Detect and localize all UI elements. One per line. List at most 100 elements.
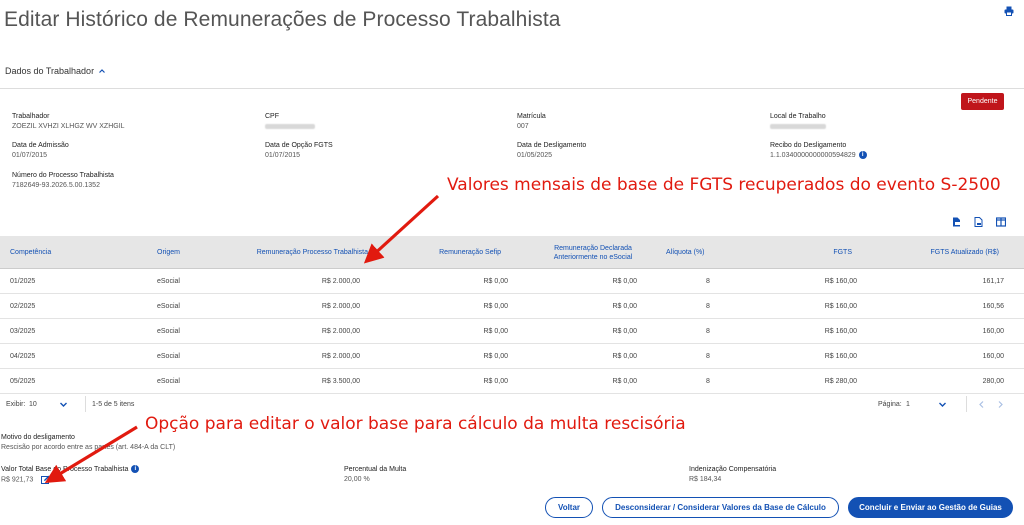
table-row: 05/2025 eSocial R$ 3.500,00 R$ 0,00 R$ 0,00 8… — [0, 369, 1024, 394]
col-rem-processo[interactable]: Remuneração Processo Trabalhista — [200, 236, 368, 269]
divider — [0, 88, 1024, 89]
cell-fgts-atualizado: 160,56 — [982, 303, 1004, 310]
cell-aliquota: 8 — [706, 303, 710, 310]
field-valor-total-base: Valor Total Base do Processo Trabalhista… — [1, 465, 140, 485]
field-value: ZOEZIL XVHZI XLHGZ WV XZHGIL — [12, 123, 125, 130]
cell-origem: eSocial — [157, 353, 180, 360]
field-value: 1.1.0340000000000594829 — [770, 152, 856, 159]
chevron-up-icon — [99, 69, 105, 73]
info-icon[interactable]: i — [858, 151, 867, 160]
columns-icon[interactable] — [996, 217, 1006, 227]
chevron-down-icon — [938, 402, 946, 407]
field-value: 01/05/2025 — [517, 152, 553, 159]
cell-rem-processo: R$ 3.500,00 — [321, 378, 360, 385]
desconsiderar-button[interactable]: Desconsiderar / Considerar Valores da Ba… — [602, 497, 839, 518]
cell-rem-declarada: R$ 0,00 — [612, 303, 637, 310]
status-badge: Pendente — [961, 93, 1004, 110]
cell-origem: eSocial — [157, 378, 180, 385]
table-header: Competência Origem Remuneração Processo … — [0, 236, 1024, 269]
print-icon[interactable] — [1004, 6, 1014, 16]
cell-fgts: R$ 160,00 — [824, 328, 857, 335]
exibir-value: 10 — [29, 400, 37, 408]
cell-aliquota: 8 — [706, 328, 710, 335]
cell-competencia: 02/2025 — [10, 303, 36, 310]
info-icon[interactable]: i — [131, 465, 140, 474]
cell-fgts-atualizado: 161,17 — [982, 278, 1004, 285]
cell-competencia: 03/2025 — [10, 328, 36, 335]
field-value: R$ 184,34 — [689, 476, 722, 483]
cell-rem-declarada: R$ 0,00 — [612, 378, 637, 385]
chevron-down-icon — [59, 402, 67, 407]
export-file-icon[interactable] — [974, 217, 983, 227]
table-row: 04/2025 eSocial R$ 2.000,00 R$ 0,00 R$ 0,00 8… — [0, 344, 1024, 369]
exibir-select[interactable]: 10 — [29, 392, 68, 416]
table-row: 01/2025 eSocial R$ 2.000,00 R$ 0,00 R$ 0,00 8… — [0, 269, 1024, 294]
cell-rem-declarada: R$ 0,00 — [612, 278, 637, 285]
cell-rem-sefip: R$ 0,00 — [483, 353, 508, 360]
field-label: Local de Trabalho — [770, 113, 826, 120]
pagination: Exibir: 10 1-5 de 5 itens Página: 1 — [0, 392, 1024, 416]
field-label: Trabalhador — [12, 113, 50, 120]
col-origem[interactable]: Origem — [157, 236, 180, 269]
col-fgts[interactable]: FGTS — [760, 236, 852, 269]
edit-icon[interactable] — [41, 475, 50, 484]
cell-rem-sefip: R$ 0,00 — [483, 378, 508, 385]
field-cpf: CPF — [265, 112, 315, 132]
cell-origem: eSocial — [157, 328, 180, 335]
cell-fgts-atualizado: 280,00 — [982, 378, 1004, 385]
field-data-opcao-fgts: Data de Opção FGTS 01/07/2015 — [265, 141, 333, 161]
field-value: 7182649-93.2026.5.00.1352 — [12, 182, 100, 189]
field-label: Motivo do desligamento — [1, 434, 75, 441]
export-pdf-icon[interactable] — [952, 217, 961, 227]
field-trabalhador: Trabalhador ZOEZIL XVHZI XLHGZ WV XZHGIL — [12, 112, 125, 132]
col-rem-sefip[interactable]: Remuneração Sefip — [400, 236, 501, 269]
col-competencia[interactable]: Competência — [10, 236, 51, 269]
col-rem-declarada[interactable]: Remuneração Declarada Anteriormente no e… — [535, 236, 651, 269]
field-label: Número do Processo Trabalhista — [12, 172, 114, 179]
annotation-bottom: Opção para editar o valor base para cálc… — [145, 414, 686, 434]
field-label: Data de Opção FGTS — [265, 142, 333, 149]
field-label: Percentual da Multa — [344, 466, 407, 473]
field-label: CPF — [265, 113, 279, 120]
cell-aliquota: 8 — [706, 378, 710, 385]
cell-fgts-atualizado: 160,00 — [982, 353, 1004, 360]
chevron-left-icon[interactable] — [977, 400, 986, 409]
cell-rem-sefip: R$ 0,00 — [483, 303, 508, 310]
cell-fgts-atualizado: 160,00 — [982, 328, 1004, 335]
cell-fgts: R$ 160,00 — [824, 278, 857, 285]
pagina-label: Página: — [878, 400, 902, 408]
field-data-desligamento: Data de Desligamento 01/05/2025 — [517, 141, 586, 161]
field-numero-processo: Número do Processo Trabalhista 7182649-9… — [12, 171, 114, 191]
field-matricula: Matrícula 007 — [517, 112, 546, 132]
field-percentual-multa: Percentual da Multa 20,00 % — [344, 465, 406, 485]
field-label: Valor Total Base do Processo Trabalhista — [1, 466, 129, 473]
field-motivo-desligamento: Motivo do desligamento Rescisão por acor… — [1, 433, 175, 453]
cell-fgts: R$ 280,00 — [824, 378, 857, 385]
chevron-right-icon[interactable] — [996, 400, 1005, 409]
range-text: 1-5 de 5 itens — [92, 400, 135, 408]
redacted-value — [770, 123, 826, 129]
field-value: Rescisão por acordo entre as partes (art… — [1, 444, 176, 451]
field-data-admissao: Data de Admissão 01/07/2015 — [12, 141, 69, 161]
voltar-button[interactable]: Voltar — [545, 497, 593, 518]
cell-aliquota: 8 — [706, 353, 710, 360]
table-row: 03/2025 eSocial R$ 2.000,00 R$ 0,00 R$ 0,00 8… — [0, 319, 1024, 344]
redacted-value — [265, 123, 315, 129]
field-value: 20,00 % — [344, 476, 370, 483]
field-value: 007 — [517, 123, 529, 130]
pagina-select[interactable]: 1 — [906, 392, 947, 416]
cell-origem: eSocial — [157, 278, 180, 285]
field-indenizacao: Indenização Compensatória R$ 184,34 — [689, 465, 776, 485]
col-aliquota[interactable]: Alíquota (%) — [666, 236, 705, 269]
cell-origem: eSocial — [157, 303, 180, 310]
cell-rem-declarada: R$ 0,00 — [612, 328, 637, 335]
field-local-trabalho: Local de Trabalho — [770, 112, 826, 132]
concluir-button[interactable]: Concluir e Enviar ao Gestão de Guias — [848, 497, 1013, 518]
col-fgts-atualizado[interactable]: FGTS Atualizado (R$) — [880, 236, 999, 269]
field-label: Matrícula — [517, 113, 546, 120]
field-recibo-desligamento: Recibo do Desligamento 1.1.0340000000000… — [770, 141, 867, 161]
section-toggle-dados-trabalhador[interactable]: Dados do Trabalhador — [5, 66, 106, 76]
cell-rem-sefip: R$ 0,00 — [483, 278, 508, 285]
cell-rem-sefip: R$ 0,00 — [483, 328, 508, 335]
section-label: Dados do Trabalhador — [5, 66, 95, 76]
